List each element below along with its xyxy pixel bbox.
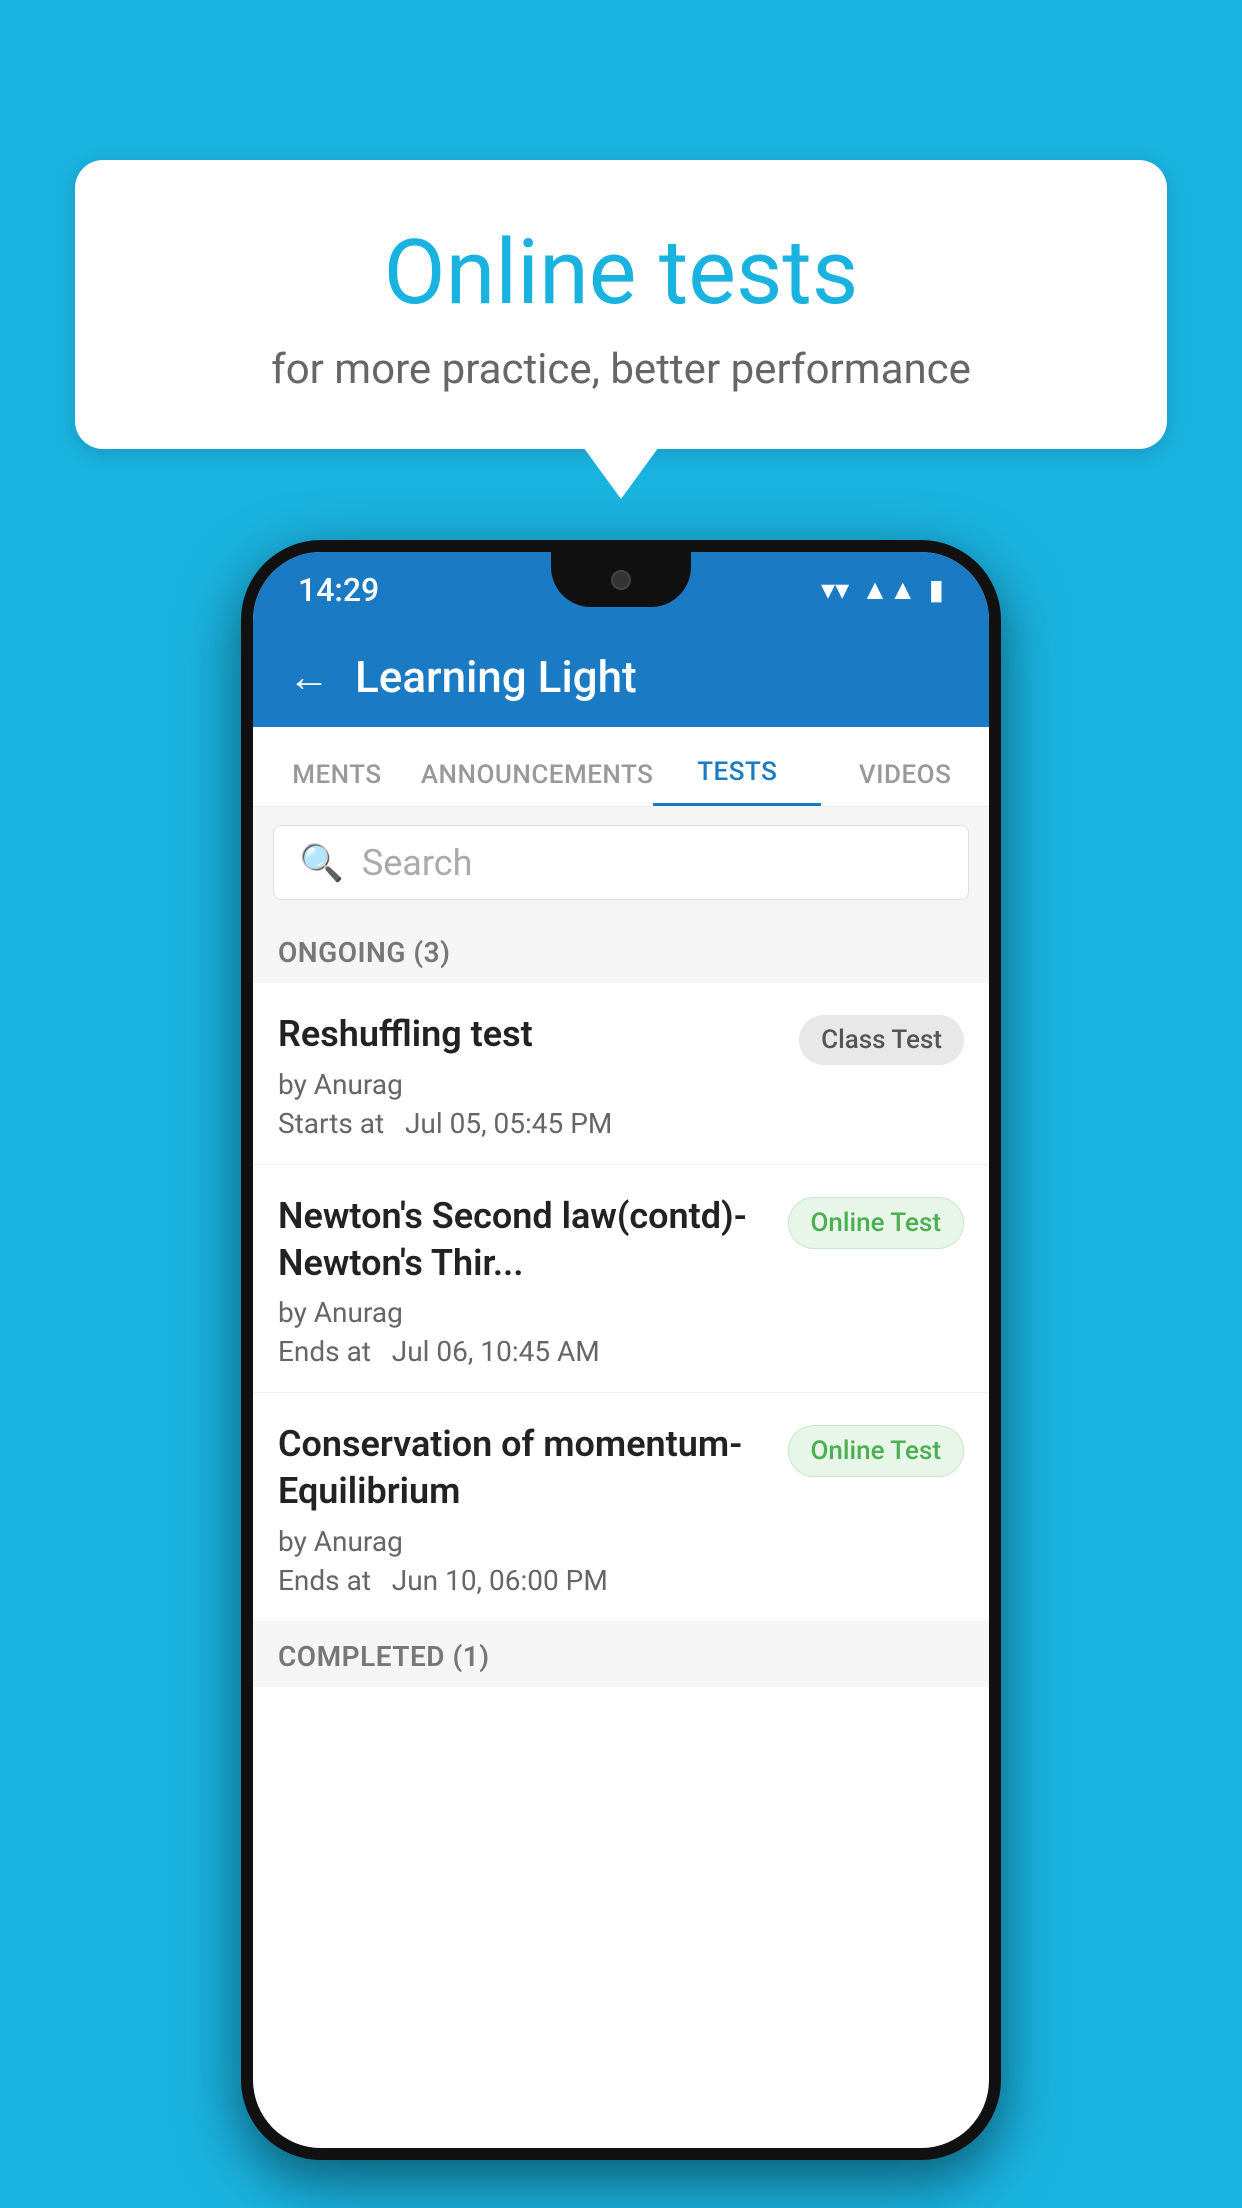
back-button[interactable]: ← xyxy=(288,653,330,702)
app-bar: ← Learning Light xyxy=(253,627,989,727)
tab-videos[interactable]: VIDEOS xyxy=(821,760,989,806)
test-time: Starts at Jul 05, 05:45 PM xyxy=(278,1107,779,1140)
test-time: Ends at Jun 10, 06:00 PM xyxy=(278,1564,768,1597)
test-author: by Anurag xyxy=(278,1068,779,1101)
test-badge-class: Class Test xyxy=(799,1015,964,1065)
search-icon: 🔍 xyxy=(299,842,344,884)
search-input-wrap[interactable]: 🔍 Search xyxy=(273,825,969,900)
status-bar: 14:29 ▾▾ ▲▲ ▮ xyxy=(253,552,989,627)
search-container: 🔍 Search xyxy=(253,807,989,918)
tabs-bar: MENTS ANNOUNCEMENTS TESTS VIDEOS xyxy=(253,727,989,807)
test-badge-online: Online Test xyxy=(788,1197,965,1249)
completed-section-header: COMPLETED (1) xyxy=(253,1622,989,1687)
status-time: 14:29 xyxy=(298,571,379,609)
ongoing-section-header: ONGOING (3) xyxy=(253,918,989,983)
phone-frame: 14:29 ▾▾ ▲▲ ▮ ← Learning Light MENTS ANN… xyxy=(241,540,1001,2160)
test-info: Reshuffling test by Anurag Starts at Jul… xyxy=(278,1011,779,1140)
tab-ments[interactable]: MENTS xyxy=(253,760,421,806)
test-item[interactable]: Conservation of momentum-Equilibrium by … xyxy=(253,1393,989,1622)
phone-screen: 14:29 ▾▾ ▲▲ ▮ ← Learning Light MENTS ANN… xyxy=(253,552,989,2148)
status-icons: ▾▾ ▲▲ ▮ xyxy=(821,573,944,606)
test-name: Reshuffling test xyxy=(278,1011,779,1058)
test-author: by Anurag xyxy=(278,1296,768,1329)
wifi-icon: ▾▾ xyxy=(821,573,849,606)
test-info: Newton's Second law(contd)-Newton's Thir… xyxy=(278,1193,768,1369)
test-info: Conservation of momentum-Equilibrium by … xyxy=(278,1421,768,1597)
test-name: Newton's Second law(contd)-Newton's Thir… xyxy=(278,1193,768,1287)
test-item[interactable]: Newton's Second law(contd)-Newton's Thir… xyxy=(253,1165,989,1394)
phone-container: 14:29 ▾▾ ▲▲ ▮ ← Learning Light MENTS ANN… xyxy=(241,540,1001,2160)
speech-bubble: Online tests for more practice, better p… xyxy=(75,160,1167,449)
battery-icon: ▮ xyxy=(929,573,944,606)
notch xyxy=(551,552,691,607)
bubble-subtitle: for more practice, better performance xyxy=(145,345,1097,394)
app-title: Learning Light xyxy=(355,651,637,703)
search-placeholder: Search xyxy=(362,842,473,884)
signal-icon: ▲▲ xyxy=(861,573,916,606)
test-item[interactable]: Reshuffling test by Anurag Starts at Jul… xyxy=(253,983,989,1165)
camera xyxy=(611,570,631,590)
bubble-title: Online tests xyxy=(145,220,1097,325)
test-name: Conservation of momentum-Equilibrium xyxy=(278,1421,768,1515)
test-author: by Anurag xyxy=(278,1525,768,1558)
tab-tests[interactable]: TESTS xyxy=(653,757,821,806)
tab-announcements[interactable]: ANNOUNCEMENTS xyxy=(421,760,654,806)
test-time: Ends at Jul 06, 10:45 AM xyxy=(278,1335,768,1368)
test-list: Reshuffling test by Anurag Starts at Jul… xyxy=(253,983,989,1622)
test-badge-online: Online Test xyxy=(788,1425,965,1477)
